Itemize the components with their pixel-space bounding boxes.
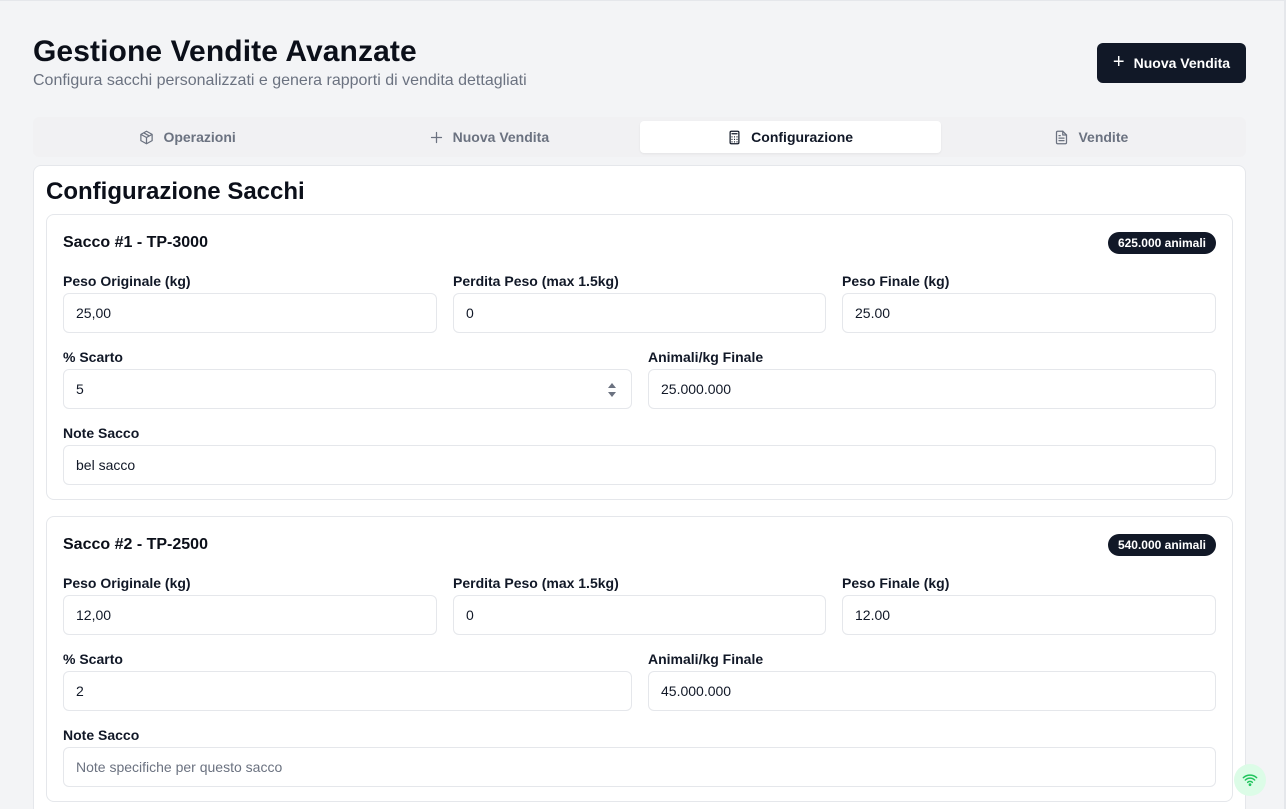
peso-originale-input[interactable]: 12,00	[63, 595, 437, 635]
section-title: Configurazione Sacchi	[46, 178, 305, 205]
scarto-value: 5	[76, 381, 84, 397]
wifi-icon	[1242, 774, 1258, 787]
tab-vendite[interactable]: Vendite	[941, 121, 1242, 153]
note-field: Note Sacco bel sacco	[63, 424, 1216, 485]
animals-count-badge: 540.000 animali	[1107, 534, 1216, 556]
peso-finale-input[interactable]: 25.00	[842, 293, 1216, 333]
tab-bar: Operazioni Nuova Vendita Configurazione …	[33, 117, 1246, 157]
field-label: Peso Originale (kg)	[63, 273, 191, 289]
page-title: Gestione Vendite Avanzate	[33, 35, 417, 68]
box-icon	[140, 130, 154, 144]
sacco-card: Sacco #1 - TP-3000 625.000 animali Peso …	[46, 214, 1233, 500]
plus-icon	[430, 131, 442, 143]
field-label: Peso Finale (kg)	[842, 575, 950, 591]
page-header: Gestione Vendite Avanzate Configura sacc…	[33, 34, 1246, 104]
top-border	[0, 0, 1286, 1]
scarto-input[interactable]: 5	[63, 369, 632, 409]
file-text-icon	[1056, 130, 1068, 144]
scarto-input[interactable]: 2	[63, 671, 632, 711]
peso-finale-field: Peso Finale (kg) 12.00	[842, 574, 1216, 635]
number-spinner-icon[interactable]	[607, 381, 617, 399]
scarto-field: % Scarto 5	[63, 348, 632, 409]
note-field: Note Sacco Note specifiche per questo sa…	[63, 726, 1216, 787]
perdita-peso-input[interactable]: 0	[453, 595, 826, 635]
animali-kg-input[interactable]: 45.000.000	[648, 671, 1216, 711]
field-label: Animali/kg Finale	[648, 349, 764, 365]
tab-configurazione[interactable]: Configurazione	[639, 121, 941, 153]
sacco-title: Sacco #2 - TP-2500	[63, 536, 208, 553]
field-label: Perdita Peso (max 1.5kg)	[453, 273, 619, 289]
animali-kg-input[interactable]: 25.000.000	[648, 369, 1216, 409]
tab-label: Nuova Vendita	[452, 129, 550, 145]
scarto-field: % Scarto 2	[63, 650, 632, 711]
peso-finale-input[interactable]: 12.00	[842, 595, 1216, 635]
tab-label: Vendite	[1078, 129, 1129, 145]
connection-status-button[interactable]	[1234, 764, 1266, 796]
perdita-peso-field: Perdita Peso (max 1.5kg) 0	[453, 272, 826, 333]
tab-operazioni[interactable]: Operazioni	[37, 121, 338, 153]
tab-label: Configurazione	[751, 129, 854, 145]
new-sale-button[interactable]: + Nuova Vendita	[1097, 43, 1246, 83]
tab-nuova-vendita[interactable]: Nuova Vendita	[338, 121, 639, 153]
calculator-icon	[729, 130, 740, 144]
sacco-title: Sacco #1 - TP-3000	[63, 234, 208, 251]
new-sale-button-label: Nuova Vendita	[1133, 55, 1231, 71]
page-subtitle: Configura sacchi personalizzati e genera…	[33, 72, 527, 89]
field-label: Peso Finale (kg)	[842, 273, 950, 289]
plus-icon: +	[1112, 51, 1125, 73]
animals-count-badge: 625.000 animali	[1107, 232, 1216, 254]
field-label: % Scarto	[63, 651, 123, 667]
note-input[interactable]: Note specifiche per questo sacco	[63, 747, 1216, 787]
field-label: % Scarto	[63, 349, 123, 365]
peso-originale-field: Peso Originale (kg) 12,00	[63, 574, 437, 635]
config-card: Configurazione Sacchi Sacco #1 - TP-3000…	[33, 165, 1246, 809]
note-input[interactable]: bel sacco	[63, 445, 1216, 485]
field-label: Note Sacco	[63, 425, 140, 441]
animali-kg-field: Animali/kg Finale 25.000.000	[648, 348, 1216, 409]
field-label: Note Sacco	[63, 727, 140, 743]
field-label: Perdita Peso (max 1.5kg)	[453, 575, 619, 591]
perdita-peso-input[interactable]: 0	[453, 293, 826, 333]
animali-kg-field: Animali/kg Finale 45.000.000	[648, 650, 1216, 711]
perdita-peso-field: Perdita Peso (max 1.5kg) 0	[453, 574, 826, 635]
peso-originale-field: Peso Originale (kg) 25,00	[63, 272, 437, 333]
peso-finale-field: Peso Finale (kg) 25.00	[842, 272, 1216, 333]
peso-originale-input[interactable]: 25,00	[63, 293, 437, 333]
tab-label: Operazioni	[163, 129, 236, 145]
field-label: Peso Originale (kg)	[63, 575, 191, 591]
field-label: Animali/kg Finale	[648, 651, 764, 667]
sacco-card: Sacco #2 - TP-2500 540.000 animali Peso …	[46, 516, 1233, 802]
